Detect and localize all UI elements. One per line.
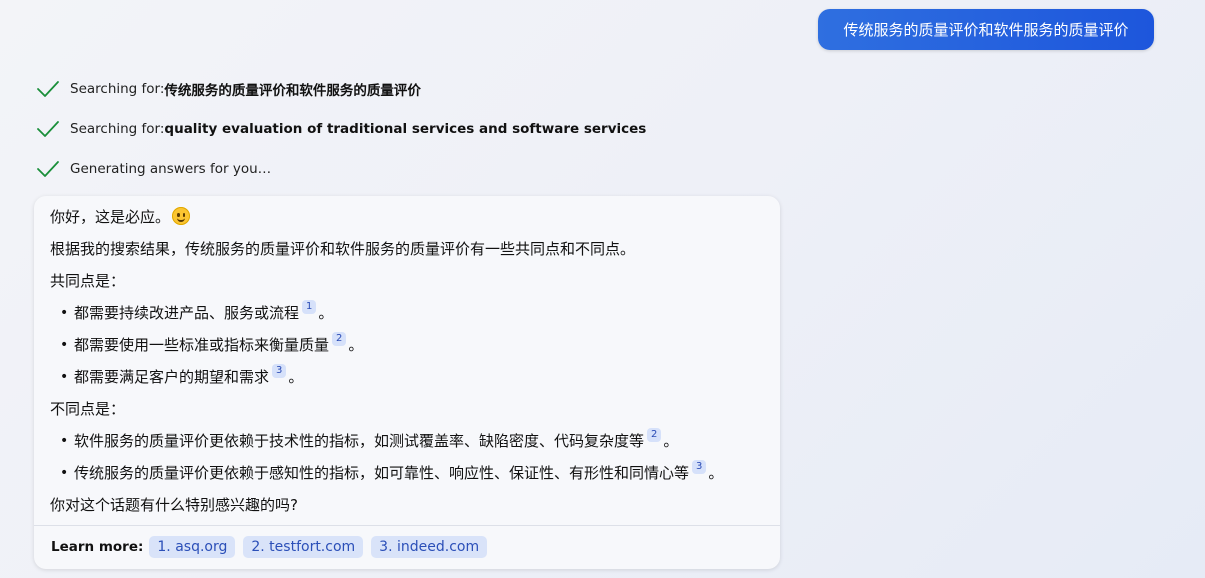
common-heading: 共同点是： bbox=[50, 272, 126, 290]
status-prefix: Searching for: bbox=[70, 81, 165, 97]
learn-more-link-testfort[interactable]: 2. testfort.com bbox=[243, 536, 364, 558]
user-message-text: 传统服务的质量评价和软件服务的质量评价 bbox=[843, 21, 1129, 39]
divider bbox=[34, 525, 780, 526]
answer-intro: 根据我的搜索结果，传统服务的质量评价和软件服务的质量评价有一些共同点和不同点。 bbox=[50, 240, 636, 258]
citation-badge[interactable]: 1 bbox=[302, 299, 317, 314]
list-item-end: 。 bbox=[318, 304, 334, 322]
list-item-end: 。 bbox=[663, 432, 679, 450]
learn-more-label: Learn more: bbox=[51, 539, 144, 555]
list-item: • 传统服务的质量评价更依赖于感知性的指标，如可靠性、响应性、保证性、有形性和同… bbox=[60, 459, 724, 483]
smiley-emoji-icon bbox=[172, 207, 191, 225]
checkmark-icon bbox=[37, 81, 59, 97]
status-query: 传统服务的质量评价和软件服务的质量评价 bbox=[164, 83, 421, 99]
bullet-icon: • bbox=[60, 432, 69, 449]
citation-badge[interactable]: 2 bbox=[647, 427, 662, 442]
greeting-text: 你好，这是必应。 bbox=[50, 208, 171, 226]
answer-card: 你好，这是必应。 根据我的搜索结果，传统服务的质量评价和软件服务的质量评价有一些… bbox=[34, 196, 780, 569]
status-search-2: Searching for: quality evaluation of tra… bbox=[36, 118, 646, 140]
answer-question: 你对这个话题有什么特别感兴趣的吗? bbox=[50, 496, 298, 514]
citation-badge[interactable]: 3 bbox=[692, 459, 707, 474]
bullet-icon: • bbox=[60, 464, 69, 481]
list-item-end: 。 bbox=[288, 368, 304, 386]
answer-greeting: 你好，这是必应。 bbox=[50, 206, 191, 227]
list-item-end: 。 bbox=[708, 464, 724, 482]
list-item-text: 传统服务的质量评价更依赖于感知性的指标，如可靠性、响应性、保证性、有形性和同情心… bbox=[74, 464, 690, 482]
list-item-text: 软件服务的质量评价更依赖于技术性的指标，如测试覆盖率、缺陷密度、代码复杂度等 bbox=[74, 432, 645, 450]
status-generating: Generating answers for you… bbox=[36, 158, 271, 180]
diff-heading: 不同点是： bbox=[50, 400, 126, 418]
list-item: • 都需要满足客户的期望和需求 3 。 bbox=[60, 363, 304, 387]
list-item-end: 。 bbox=[348, 336, 364, 354]
status-search-1: Searching for: 传统服务的质量评价和软件服务的质量评价 bbox=[36, 78, 421, 100]
checkmark-icon bbox=[37, 161, 59, 177]
bullet-icon: • bbox=[60, 304, 69, 321]
learn-more-link-asq[interactable]: 1. asq.org bbox=[149, 536, 236, 558]
citation-badge[interactable]: 3 bbox=[272, 363, 287, 378]
list-item-text: 都需要使用一些标准或指标来衡量质量 bbox=[74, 336, 330, 354]
citation-badge[interactable]: 2 bbox=[332, 331, 347, 346]
learn-more-bar: Learn more: 1. asq.org 2. testfort.com 3… bbox=[51, 536, 495, 558]
list-item: • 软件服务的质量评价更依赖于技术性的指标，如测试覆盖率、缺陷密度、代码复杂度等… bbox=[60, 427, 679, 451]
status-query: quality evaluation of traditional servic… bbox=[164, 121, 647, 137]
checkmark-icon bbox=[37, 121, 59, 137]
learn-more-link-indeed[interactable]: 3. indeed.com bbox=[371, 536, 488, 558]
status-prefix: Searching for: bbox=[70, 121, 165, 137]
user-message-bubble: 传统服务的质量评价和软件服务的质量评价 bbox=[818, 9, 1154, 50]
bullet-icon: • bbox=[60, 336, 69, 353]
list-item: • 都需要持续改进产品、服务或流程 1 。 bbox=[60, 299, 334, 323]
list-item-text: 都需要持续改进产品、服务或流程 bbox=[74, 304, 300, 322]
status-prefix: Generating answers for you… bbox=[70, 161, 272, 177]
list-item: • 都需要使用一些标准或指标来衡量质量 2 。 bbox=[60, 331, 364, 355]
list-item-text: 都需要满足客户的期望和需求 bbox=[74, 368, 270, 386]
bullet-icon: • bbox=[60, 368, 69, 385]
